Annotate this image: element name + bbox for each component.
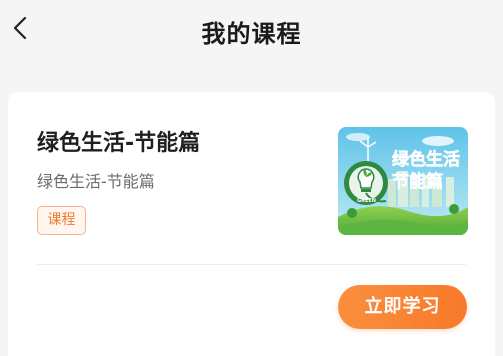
thumbnail-title-line1: 绿色生活 [392, 149, 460, 170]
course-title: 绿色生活-节能篇 [37, 131, 201, 156]
thumbnail-badge: GREEN [357, 198, 376, 204]
course-thumbnail-image: 绿色生活 节能篇 GREEN [338, 127, 468, 235]
start-learning-button[interactable]: 立即学习 [338, 285, 467, 329]
card-divider [37, 264, 466, 265]
course-card[interactable]: 绿色生活-节能篇 绿色生活-节能篇 课程 绿色生活 节能篇 GREEN 立即学习 [8, 92, 495, 356]
course-type-tag: 课程 [37, 206, 86, 235]
top-nav-bar: 我的课程 [0, 0, 503, 64]
course-thumbnail[interactable]: 绿色生活 节能篇 GREEN [338, 127, 468, 235]
thumbnail-title-line2: 节能篇 [392, 171, 443, 192]
page-title: 我的课程 [201, 20, 302, 48]
course-subtitle: 绿色生活-节能篇 [37, 172, 155, 191]
